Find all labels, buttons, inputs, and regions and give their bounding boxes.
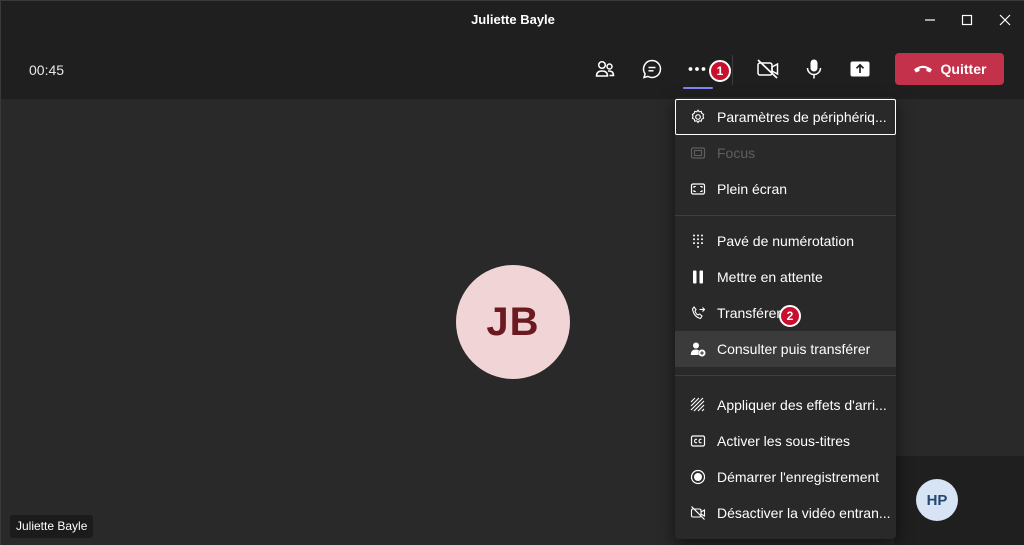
share-screen-button[interactable]	[844, 53, 876, 85]
participants-button[interactable]	[589, 53, 621, 85]
menu-item-dialpad[interactable]: Pavé de numérotation	[675, 223, 896, 259]
pause-icon	[690, 269, 706, 285]
people-icon	[595, 60, 615, 77]
record-icon	[690, 469, 706, 485]
leave-call-button[interactable]: Quitter	[895, 53, 1004, 85]
menu-item-focus: Focus	[675, 135, 896, 171]
focus-icon	[690, 145, 706, 161]
menu-item-label: Plein écran	[717, 181, 788, 197]
maximize-button[interactable]	[956, 9, 978, 31]
menu-item-label: Pavé de numérotation	[717, 233, 854, 249]
transfer-phone-icon	[690, 305, 706, 321]
menu-item-label: Consulter puis transférer	[717, 341, 871, 357]
chat-icon	[642, 59, 662, 79]
more-icon	[688, 67, 706, 71]
menu-item-label: Focus	[717, 145, 756, 161]
maximize-icon	[961, 14, 973, 26]
close-icon	[999, 14, 1011, 26]
step-badge-1: 1	[709, 60, 731, 82]
menu-item-consult-transfer[interactable]: Consulter puis transférer	[675, 331, 896, 367]
microphone-button[interactable]	[798, 53, 830, 85]
minimize-button[interactable]	[919, 9, 941, 31]
leave-label: Quitter	[940, 61, 987, 77]
menu-item-label: Démarrer l'enregistrement	[717, 469, 880, 485]
microphone-icon	[806, 59, 822, 79]
more-active-indicator	[683, 87, 713, 89]
menu-item-label: Désactiver la vidéo entran...	[717, 505, 891, 521]
captions-icon	[690, 433, 706, 449]
participant-avatar: JB	[456, 265, 570, 379]
camera-button[interactable]	[752, 53, 784, 85]
video-off-icon	[690, 505, 706, 521]
menu-item-start-recording[interactable]: Démarrer l'enregistrement	[675, 459, 896, 495]
menu-item-background-effects[interactable]: Appliquer des effets d'arri...	[675, 387, 896, 423]
menu-item-label: Paramètres de périphériq...	[717, 109, 887, 125]
menu-item-disable-incoming-video[interactable]: Désactiver la vidéo entran...	[675, 495, 896, 531]
call-window: Juliette Bayle 00:45 Quitter 1 JB Juliet…	[0, 0, 1024, 545]
share-screen-icon	[850, 61, 870, 77]
menu-item-label: Transférer	[717, 305, 782, 321]
gear-icon	[690, 109, 706, 125]
window-title: Juliette Bayle	[471, 12, 555, 27]
camera-off-icon	[757, 59, 779, 79]
minimize-icon	[925, 19, 935, 21]
menu-item-device-settings[interactable]: Paramètres de périphériq...	[675, 99, 896, 135]
background-effects-icon	[690, 397, 706, 413]
title-bar: Juliette Bayle	[1, 1, 1024, 39]
dialpad-icon	[690, 233, 706, 249]
menu-item-label: Mettre en attente	[717, 269, 823, 285]
chat-button[interactable]	[636, 53, 668, 85]
toolbar-divider	[732, 55, 733, 85]
menu-divider	[675, 375, 896, 376]
call-timer: 00:45	[29, 62, 65, 78]
self-preview-tile	[894, 456, 1024, 545]
menu-item-label: Activer les sous-titres	[717, 433, 851, 449]
call-toolbar: 00:45 Quitter	[1, 39, 1024, 99]
consult-transfer-icon	[690, 341, 706, 357]
participant-name-tag: Juliette Bayle	[10, 515, 94, 538]
menu-item-fullscreen[interactable]: Plein écran	[675, 171, 896, 207]
self-avatar: HP	[916, 479, 958, 521]
step-badge-2: 2	[779, 305, 801, 327]
close-button[interactable]	[994, 9, 1016, 31]
hang-up-icon	[913, 65, 932, 73]
menu-item-hold[interactable]: Mettre en attente	[675, 259, 896, 295]
menu-item-label: Appliquer des effets d'arri...	[717, 397, 887, 413]
menu-divider	[675, 215, 896, 216]
menu-item-captions[interactable]: Activer les sous-titres	[675, 423, 896, 459]
fullscreen-icon	[690, 181, 706, 197]
